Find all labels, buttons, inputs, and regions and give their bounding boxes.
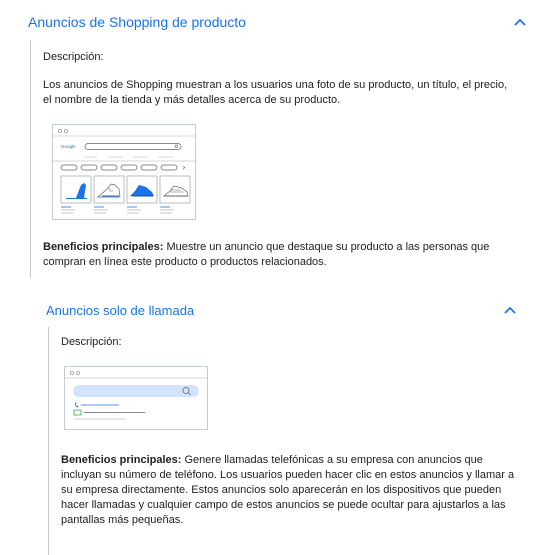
benefits-label: Beneficios principales:: [61, 454, 182, 466]
section-title-call-only: Anuncios solo de llamada: [46, 302, 195, 318]
chevron-up-icon[interactable]: [514, 18, 526, 26]
call-ad-mockup: [65, 371, 207, 420]
description-label: Descripción:: [43, 51, 104, 63]
chevron-up-icon[interactable]: [504, 306, 516, 314]
benefits-text: Beneficios principales: Muestre un anunc…: [43, 240, 518, 270]
section-title-shopping: Anuncios de Shopping de producto: [28, 14, 246, 30]
benefits-label: Beneficios principales:: [43, 241, 164, 253]
benefits-text: Beneficios principales: Genere llamadas …: [61, 453, 516, 528]
section-header-shopping[interactable]: Anuncios de Shopping de producto: [28, 12, 526, 32]
shopping-ad-mockup: Google: [53, 129, 195, 214]
description-text: Los anuncios de Shopping muestran a los …: [43, 79, 508, 106]
google-logo: Google: [61, 144, 76, 149]
description-label: Descripción:: [61, 336, 122, 348]
shopping-ad-illustration: Google: [52, 124, 196, 220]
call-ad-illustration: [64, 366, 208, 430]
section-header-call-only[interactable]: Anuncios solo de llamada: [46, 300, 516, 320]
